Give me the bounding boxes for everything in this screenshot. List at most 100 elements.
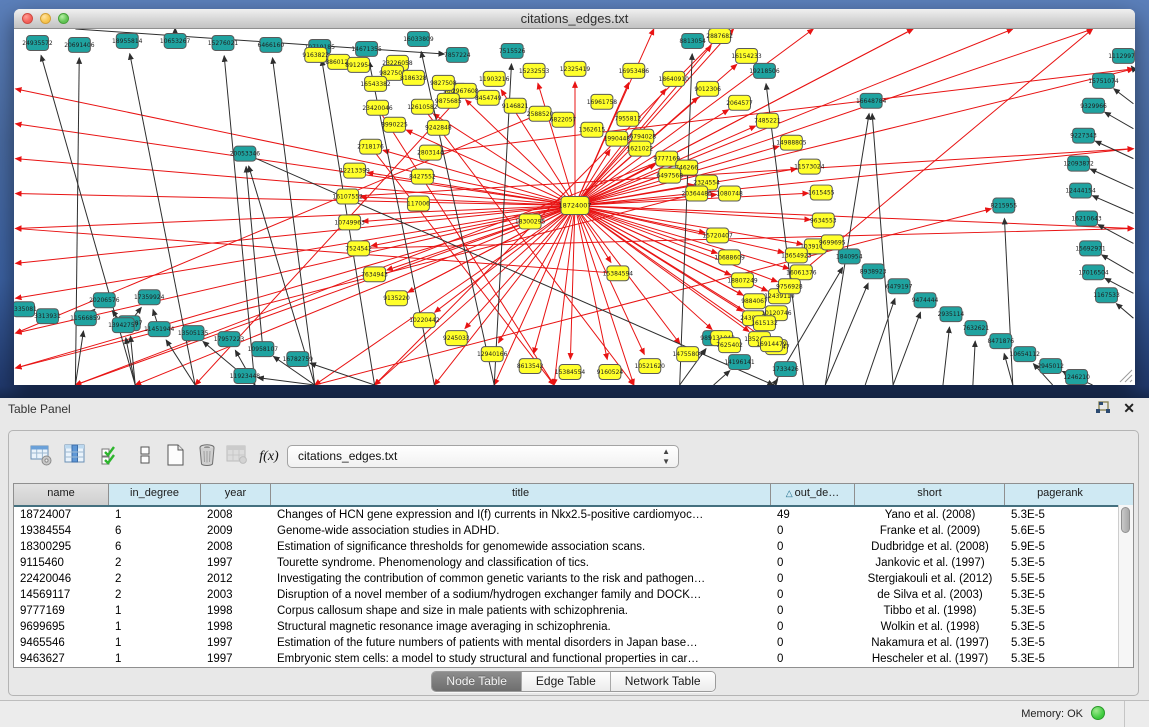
cell-title[interactable]: Structural magnetic resonance image aver…: [271, 619, 771, 635]
cell-year[interactable]: 2008: [201, 507, 271, 523]
network-node[interactable]: 1362615: [579, 122, 606, 137]
cell-short[interactable]: Nakamura et al. (1997): [855, 635, 1005, 651]
network-node[interactable]: 16210643: [1071, 211, 1102, 226]
network-node[interactable]: 1621022: [627, 141, 654, 156]
network-canvas[interactable]: 2493557220691406189558141065326715276021…: [14, 29, 1135, 385]
network-node[interactable]: 2935114: [938, 307, 965, 322]
cell-out_degree[interactable]: 0: [771, 539, 855, 555]
network-node[interactable]: 9329966: [1080, 98, 1107, 113]
network-node[interactable]: 12093872: [1063, 156, 1094, 171]
cell-year[interactable]: 2012: [201, 571, 271, 587]
cell-short[interactable]: Yano et al. (2008): [855, 507, 1005, 523]
network-node[interactable]: 11573024: [794, 159, 825, 174]
network-node[interactable]: 14196141: [724, 355, 755, 370]
network-node[interactable]: 16033809: [403, 31, 434, 46]
network-node[interactable]: 9012306: [694, 81, 721, 96]
network-node[interactable]: 12325419: [560, 61, 591, 76]
network-node[interactable]: 16543382: [360, 76, 391, 91]
network-node[interactable]: 1840954: [836, 249, 863, 264]
cell-year[interactable]: 2008: [201, 539, 271, 555]
network-node[interactable]: 15751074: [1088, 73, 1119, 88]
cell-short[interactable]: Stergiakouli et al. (2012): [855, 571, 1005, 587]
network-node[interactable]: 9135220: [383, 291, 410, 306]
network-node[interactable]: 16648784: [856, 93, 887, 108]
network-node[interactable]: 9884067: [741, 294, 768, 309]
network-node[interactable]: 17957223: [214, 332, 245, 347]
network-node[interactable]: 6822057: [550, 112, 577, 127]
table-row[interactable]: 969969511998Structural magnetic resonanc…: [14, 619, 1133, 635]
network-node[interactable]: 13505135: [178, 326, 209, 341]
cell-pagerank[interactable]: 5.3E-5: [1005, 651, 1115, 667]
network-node[interactable]: 10958107: [248, 342, 279, 357]
network-node[interactable]: 117006: [407, 196, 430, 211]
cell-in_degree[interactable]: 1: [109, 603, 201, 619]
cell-short[interactable]: de Silva et al. (2003): [855, 587, 1005, 603]
cell-title[interactable]: Tourette syndrome. Phenomenology and cla…: [271, 555, 771, 571]
network-node[interactable]: 12213399: [339, 163, 370, 178]
network-node[interactable]: 1615455: [808, 185, 835, 200]
network-node[interactable]: 17359924: [134, 290, 165, 305]
network-node[interactable]: 7515526: [499, 43, 526, 58]
cell-title[interactable]: Estimation of the future numbers of pati…: [271, 635, 771, 651]
cell-year[interactable]: 2003: [201, 587, 271, 603]
network-node[interactable]: 14755804: [672, 347, 703, 362]
cell-out_degree[interactable]: 49: [771, 507, 855, 523]
cell-name[interactable]: 9465546: [14, 635, 109, 651]
toggle-row-height-button[interactable]: [131, 443, 159, 471]
network-node[interactable]: 8813054: [679, 33, 706, 48]
network-node[interactable]: 18300295: [515, 214, 546, 229]
network-node[interactable]: 13942757: [108, 318, 139, 333]
cell-in_degree[interactable]: 1: [109, 619, 201, 635]
create-column-button[interactable]: [161, 443, 189, 471]
table-row[interactable]: 946362711997Embryonic stem cells: a mode…: [14, 651, 1133, 667]
network-node[interactable]: 15276021: [208, 35, 239, 50]
network-node[interactable]: 1246210: [1063, 370, 1090, 385]
cell-pagerank[interactable]: 5.3E-5: [1005, 587, 1115, 603]
network-node[interactable]: 10220442: [409, 313, 440, 328]
cell-short[interactable]: Hescheler et al. (1997): [855, 651, 1005, 667]
show-columns-button[interactable]: [61, 443, 89, 471]
network-node[interactable]: 6497568: [656, 168, 683, 183]
network-node[interactable]: 9634553: [810, 213, 837, 228]
network-node[interactable]: 6466160: [258, 37, 285, 52]
network-node[interactable]: 10654112: [1010, 347, 1041, 362]
cell-title[interactable]: Disruption of a novel member of a sodium…: [271, 587, 771, 603]
cell-year[interactable]: 2009: [201, 523, 271, 539]
network-node[interactable]: 23420046: [362, 100, 393, 115]
select-all-button[interactable]: [97, 443, 125, 471]
column-header-name[interactable]: name: [14, 484, 109, 505]
network-node[interactable]: 9875685: [435, 93, 462, 108]
cell-name[interactable]: 18724007: [14, 507, 109, 523]
network-node[interactable]: 15232553: [519, 63, 550, 78]
cell-pagerank[interactable]: 5.9E-5: [1005, 539, 1115, 555]
network-node[interactable]: 14988805: [776, 135, 807, 150]
network-node[interactable]: 15720407: [702, 228, 733, 243]
scrollbar-thumb[interactable]: [1121, 507, 1130, 533]
network-node[interactable]: 11451944: [144, 322, 175, 337]
cell-short[interactable]: Dudbridge et al. (2008): [855, 539, 1005, 555]
cell-title[interactable]: Changes of HCN gene expression and I(f) …: [271, 507, 771, 523]
network-node[interactable]: 1990448: [604, 131, 631, 146]
network-node[interactable]: 7632621: [963, 321, 990, 336]
table-row[interactable]: 1830029562008Estimation of significance …: [14, 539, 1133, 555]
network-hub-node[interactable]: 18724007: [559, 197, 592, 215]
network-node[interactable]: 12444154: [1065, 183, 1096, 198]
table-selector-dropdown[interactable]: citations_edges.txt ▲▼: [287, 445, 679, 468]
cell-out_degree[interactable]: 0: [771, 555, 855, 571]
network-node[interactable]: 1733426: [772, 362, 799, 377]
cell-out_degree[interactable]: 0: [771, 651, 855, 667]
network-node[interactable]: 18955814: [112, 33, 143, 48]
network-node[interactable]: 16914479: [756, 337, 787, 352]
cell-out_degree[interactable]: 0: [771, 523, 855, 539]
cell-name[interactable]: 9699695: [14, 619, 109, 635]
network-node[interactable]: 15692971: [1075, 241, 1106, 256]
cell-out_degree[interactable]: 0: [771, 587, 855, 603]
import-table-button[interactable]: [223, 443, 251, 471]
network-node[interactable]: 16061376: [786, 265, 817, 280]
network-node[interactable]: 8427552: [409, 169, 436, 184]
network-node[interactable]: 7625402: [716, 338, 743, 353]
cell-name[interactable]: 9115460: [14, 555, 109, 571]
network-node[interactable]: 3313931: [34, 309, 61, 324]
tab-node-table[interactable]: Node Table: [432, 672, 522, 691]
table-row[interactable]: 1938455462009Genome-wide association stu…: [14, 523, 1133, 539]
